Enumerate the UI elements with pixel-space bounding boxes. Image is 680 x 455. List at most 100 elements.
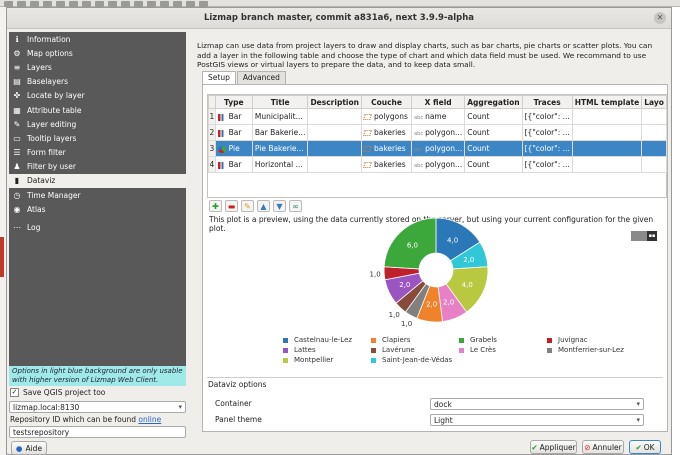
tab-advanced[interactable]: Advanced [236,71,286,84]
cell-xfield[interactable]: abc name [411,108,466,125]
column-header-type[interactable]: Type [214,95,253,109]
cell-aggregation[interactable]: Count [464,108,523,125]
background-text [672,367,680,377]
legend-swatch [371,357,376,363]
column-header-aggregation[interactable]: Aggregation [464,95,523,109]
sidebar-item-information[interactable]: ℹ Information [9,32,186,46]
legend-item[interactable]: Castelnau-le-Lez [283,336,371,344]
cell-description[interactable] [307,140,362,157]
sidebar-item-map-options[interactable]: ⚙ Map options [9,46,186,60]
cell-traces[interactable]: [{"color": ... [521,108,573,125]
cell-layout[interactable] [641,108,667,125]
cell-html[interactable] [571,156,643,173]
table-row[interactable]: 1 Bar Municipalit... polygons abc name Count[{… [208,108,667,125]
legend-item[interactable]: Grabels [459,336,547,344]
legend-item[interactable]: Le Crès [459,346,547,354]
cell-description[interactable] [307,124,362,141]
sidebar-item-dataviz[interactable]: ▮ Dataviz [9,173,186,189]
table-row[interactable]: 2 Bar Bar Bakerie... bakeries abc polygon... C… [208,124,667,141]
save-project-checkbox[interactable]: ✓ Save QGIS project too [10,388,105,397]
table-row[interactable]: 4 Bar Horizontal ... bakeries abc polygon... C… [208,156,667,173]
cell-xfield[interactable]: abc polygon... [411,156,466,173]
column-header-description[interactable]: Description [307,95,362,109]
sidebar-item-log[interactable]: ⋯ Log [9,220,186,234]
legend-item[interactable]: Lavérune [371,346,459,354]
ok-button[interactable]: ✔ OK [629,440,661,454]
tab-setup[interactable]: Setup [202,71,236,84]
cell-xfield[interactable]: abc polygon... [411,124,466,141]
sidebar-item-label: Baselayers [27,77,68,87]
server-select[interactable]: lizmap.local:8130 ▾ [9,401,186,413]
cell-html[interactable] [571,140,643,157]
cell-layout[interactable] [641,124,667,141]
dataviz-options-title: Dataviz options [208,380,267,389]
sidebar-item-baselayers[interactable]: ▤ Baselayers [9,75,186,89]
cell-title[interactable]: Bar Bakerie... [251,124,309,141]
close-icon[interactable]: ✕ [654,12,666,24]
cell-layout[interactable] [641,140,667,157]
sidebar-item-locate-by-layer[interactable]: ✜ Locate by layer [9,89,186,103]
sidebar-item-time-manager[interactable]: ◷ Time Manager [9,188,186,202]
legend-item[interactable]: Saint-Jean-de-Védas [371,356,459,364]
cell-traces[interactable]: [{"color": ... [521,156,573,173]
column-header-html-template[interactable]: HTML template [571,95,643,109]
background-text [672,127,680,137]
cell-aggregation[interactable]: Count [464,124,523,141]
sidebar-item-tooltip-layers[interactable]: ▭ Tooltip layers [9,131,186,145]
table-row[interactable]: 3 Pie Pie Bakerie... bakeries abc polygon... C… [208,140,667,157]
sidebar-item-atlas[interactable]: ◉ Atlas [9,202,186,216]
sidebar-item-filter-by-user[interactable]: ♟ Filter by user [9,160,186,174]
apply-button[interactable]: ✔ Appliquer [530,440,577,454]
sidebar-item-form-filter[interactable]: ☰ Form filter [9,146,186,160]
cell-traces[interactable]: [{"color": ... [521,140,573,157]
background-text [672,347,680,357]
sidebar-item-layers[interactable]: ≡ Layers [9,60,186,74]
sidebar-item-label: Information [27,34,71,44]
container-select[interactable]: dock ▾ [430,398,644,410]
cell-description[interactable] [307,108,362,125]
cell-aggregation[interactable]: Count [464,140,523,157]
sidebar-item-attribute-table[interactable]: ▦ Attribute table [9,103,186,117]
cell-layout[interactable] [641,156,667,173]
column-header-title[interactable]: Title [251,95,309,109]
online-link[interactable]: online [138,415,161,424]
legend-item[interactable]: Lattes [283,346,371,354]
cell-html[interactable] [571,108,643,125]
panel-theme-select[interactable]: Light ▾ [430,414,644,426]
table-header: Type Title Description Couche X field Ag… [208,95,667,109]
cell-couche[interactable]: polygons [360,108,413,125]
bar-chart-icon [217,161,226,169]
column-header-traces[interactable]: Traces [521,95,573,109]
cell-couche[interactable]: bakeries [360,124,413,141]
cell-type[interactable]: Bar [214,108,253,125]
cell-title[interactable]: Horizontal ... [251,156,309,173]
column-header-couche[interactable]: Couche [360,95,413,109]
cell-traces[interactable]: [{"color": ... [521,124,573,141]
legend-item[interactable]: Montferrier-sur-Lez [547,346,635,354]
cell-type[interactable]: Bar [214,156,253,173]
cell-couche[interactable]: bakeries [360,156,413,173]
legend-item[interactable]: Montpellier [283,356,371,364]
repository-input[interactable]: testsrepository [9,426,186,438]
background-text [672,407,680,417]
row-number: 4 [208,156,216,173]
cell-title[interactable]: Municipalit... [251,108,309,125]
legend-item[interactable]: Juvignac [547,336,635,344]
cell-aggregation[interactable]: Count [464,156,523,173]
cell-couche[interactable]: bakeries [360,140,413,157]
legend-swatch [547,337,552,343]
dataviz-options-group: Dataviz options Container dock ▾ Panel t… [207,377,663,432]
cancel-button[interactable]: ⊘ Annuler [582,440,624,454]
cell-xfield[interactable]: abc polygon... [411,140,466,157]
cell-type[interactable]: Pie [214,140,253,157]
cell-html[interactable] [571,124,643,141]
background-text [672,147,680,157]
legend-item[interactable]: Clapiers [371,336,459,344]
help-button[interactable]: ● Aide [11,441,47,455]
cell-description[interactable] [307,156,362,173]
column-header-xfield[interactable]: X field [411,95,466,109]
column-header-layout[interactable]: Layo [641,95,667,109]
cell-type[interactable]: Bar [214,124,253,141]
sidebar-item-layer-editing[interactable]: ✎ Layer editing [9,117,186,131]
cell-title[interactable]: Pie Bakerie... [251,140,309,157]
